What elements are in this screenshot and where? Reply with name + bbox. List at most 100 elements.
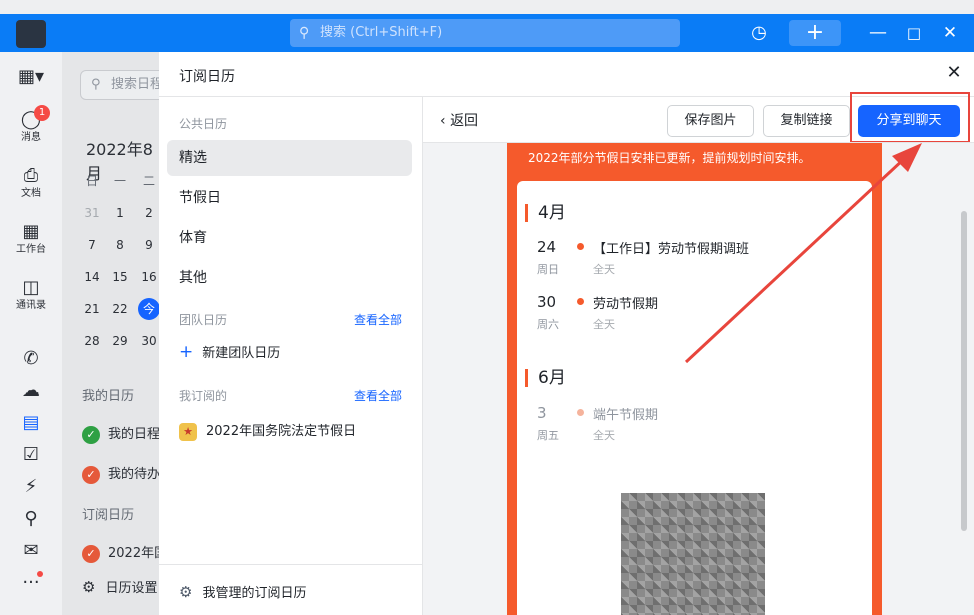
poster-banner-text: 2022年部分节假日安排已更新，提前规划时间安排。 <box>528 151 811 165</box>
calendar-day[interactable]: 31 <box>81 202 103 224</box>
nav-tasks[interactable]: ☑ <box>0 444 62 466</box>
calendar-day[interactable]: 2 <box>138 202 160 224</box>
nav-approval[interactable]: ⚡ <box>0 476 62 498</box>
nav-messages[interactable]: ◯ 消息 <box>0 109 62 144</box>
subscribed-calendar-item[interactable]: ✓ 2022年国务院法定节假日 <box>82 542 162 563</box>
unread-badge: 1 <box>34 105 50 121</box>
new-team-calendar-button[interactable]: + 新建团队日历 <box>179 342 280 362</box>
subscribed-calendar-name: 2022年国务院法定节假日 <box>206 424 357 439</box>
calendar-day[interactable]: 1 <box>109 202 131 224</box>
nav-more[interactable]: ··· <box>0 572 62 594</box>
my-calendar-item[interactable]: ✓ 我的日程 <box>82 423 160 444</box>
event-day: 30 <box>537 293 557 311</box>
calendar-day[interactable]: 9 <box>138 234 160 256</box>
search-icon: ⚲ <box>299 25 310 41</box>
nav-workbench-label: 工作台 <box>16 244 46 255</box>
chat-icon: ◯ <box>20 109 42 130</box>
more-icon: ··· <box>22 572 40 593</box>
save-image-button[interactable]: 保存图片 <box>667 105 754 137</box>
maximize-icon[interactable]: □ <box>902 20 926 46</box>
calendar-day[interactable]: 22 <box>109 298 131 320</box>
poster-event-list: 4月 24 周日 【工作日】劳动节假期调班 全天 30 周六 劳动节假期 全天 … <box>517 181 872 615</box>
check-icon: ✓ <box>82 425 100 444</box>
copy-link-button[interactable]: 复制链接 <box>763 105 850 137</box>
subscribed-calendar-label: 2022年国务院法定节假日 <box>108 546 162 561</box>
nav-contacts-label: 通讯录 <box>16 300 46 311</box>
workbench-icon: ▦ <box>22 221 40 242</box>
my-calendar-label: 我的日程 <box>108 427 161 442</box>
nav-workbench[interactable]: ▦ 工作台 <box>0 221 62 256</box>
cloud-icon: ☁ <box>22 380 40 401</box>
category-featured[interactable]: 精选 <box>167 140 412 176</box>
event-title: 劳动节假期 <box>593 297 659 312</box>
nav-docs[interactable]: ⎙ 文档 <box>0 165 62 200</box>
nav-cloud[interactable]: ☁ <box>0 380 62 402</box>
calendar-day[interactable]: 15 <box>109 266 131 288</box>
calendar-preview: 2022年部分节假日安排已更新，提前规划时间安排。 4月 24 周日 【工作日】… <box>423 143 974 615</box>
plus-icon[interactable]: + <box>789 20 841 46</box>
calendar-search-input[interactable]: ⚲ 搜索日程 <box>80 70 162 100</box>
calendar-day-today[interactable]: 今 <box>138 298 160 320</box>
calendar-settings-label: 日历设置 <box>105 581 158 596</box>
weekday-head: 一 <box>113 174 126 188</box>
nav-contacts[interactable]: ◫ 通讯录 <box>0 277 62 312</box>
global-search-input[interactable]: ⚲ 搜索 (Ctrl+Shift+F) <box>290 19 680 47</box>
calendar-day[interactable]: 21 <box>81 298 103 320</box>
nav-docs-label: 文档 <box>21 188 41 199</box>
calendar-day[interactable]: 30 <box>138 330 160 352</box>
subscribed-calendar-entry[interactable]: ★ 2022年国务院法定节假日 <box>179 420 356 441</box>
close-icon[interactable]: ✕ <box>943 62 965 83</box>
org-switcher[interactable]: ▦▾ <box>0 66 62 88</box>
calendar-day[interactable]: 14 <box>81 266 103 288</box>
nav-phone[interactable]: ✆ <box>0 348 62 370</box>
scrollbar[interactable] <box>961 211 967 531</box>
document-icon: ⎙ <box>23 165 39 186</box>
team-view-all-link[interactable]: 查看全部 <box>354 311 402 328</box>
back-button[interactable]: ‹ 返回 <box>440 110 478 130</box>
meeting-icon: ⚲ <box>24 508 38 529</box>
calendar-day[interactable]: 8 <box>109 234 131 256</box>
check-icon: ✓ <box>82 465 100 484</box>
nav-calendar[interactable]: ▤ <box>0 412 62 434</box>
my-calendar-item[interactable]: ✓ 我的待办 <box>82 463 160 484</box>
calendar-day[interactable]: 29 <box>109 330 131 352</box>
gear-icon: ⚙ <box>82 578 96 596</box>
nav-mail[interactable]: ✉ <box>0 540 62 562</box>
event-time: 全天 <box>593 263 615 276</box>
calendar-day[interactable]: 28 <box>81 330 103 352</box>
event-weekday: 周五 <box>537 429 559 442</box>
calendar-panel: ⚲ 搜索日程 2022年8月 日 一 二 31 1 2 7 8 9 14 15 … <box>62 52 162 615</box>
event-time: 全天 <box>593 318 615 331</box>
title-bar: ⚲ 搜索 (Ctrl+Shift+F) ◷ + — □ ✕ <box>0 14 974 52</box>
my-calendars-heading: 我的日历 <box>82 389 135 404</box>
my-subscriptions-heading: 我订阅的 <box>179 389 228 403</box>
nav-meetings[interactable]: ⚲ <box>0 508 62 530</box>
close-icon[interactable]: ✕ <box>938 20 962 46</box>
national-emblem-icon: ★ <box>179 422 197 441</box>
weekday-head: 日 <box>85 174 98 188</box>
history-icon[interactable]: ◷ <box>745 20 773 46</box>
event-weekday: 周六 <box>537 318 559 331</box>
calendar-day[interactable]: 16 <box>138 266 160 288</box>
managed-subscriptions-label: 我管理的订阅日历 <box>202 586 307 601</box>
calendar-day[interactable]: 7 <box>81 234 103 256</box>
left-navigation: ▦▾ ◯ 消息 1 ⎙ 文档 ▦ 工作台 ◫ 通讯录 ✆ ☁ ▤ ☑ ⚡ ⚲ ✉… <box>0 52 62 615</box>
category-other[interactable]: 其他 <box>167 260 412 296</box>
lightning-icon: ⚡ <box>24 476 38 497</box>
category-sports[interactable]: 体育 <box>167 220 412 256</box>
app-logo <box>16 20 46 48</box>
category-holidays[interactable]: 节假日 <box>167 180 412 216</box>
back-label: 返回 <box>450 113 479 129</box>
calendar-icon: ▤ <box>22 412 40 433</box>
dialog-title: 订阅日历 <box>179 69 235 85</box>
subscriptions-view-all-link[interactable]: 查看全部 <box>354 387 402 404</box>
managed-subscriptions-link[interactable]: ⚙ 我管理的订阅日历 <box>179 582 306 601</box>
minimize-icon[interactable]: — <box>866 20 890 46</box>
chevron-left-icon: ‹ <box>440 113 446 129</box>
subscribe-calendar-dialog: 订阅日历 ✕ 公共日历 精选 节假日 体育 其他 团队日历 查看全部 + 新建团队… <box>159 52 974 615</box>
event-weekday: 周日 <box>537 263 559 276</box>
org-icon: ▦▾ <box>17 66 45 87</box>
my-calendar-label: 我的待办 <box>108 467 161 482</box>
checkbox-icon: ☑ <box>22 444 40 465</box>
calendar-settings[interactable]: ⚙ 日历设置 <box>82 577 157 596</box>
